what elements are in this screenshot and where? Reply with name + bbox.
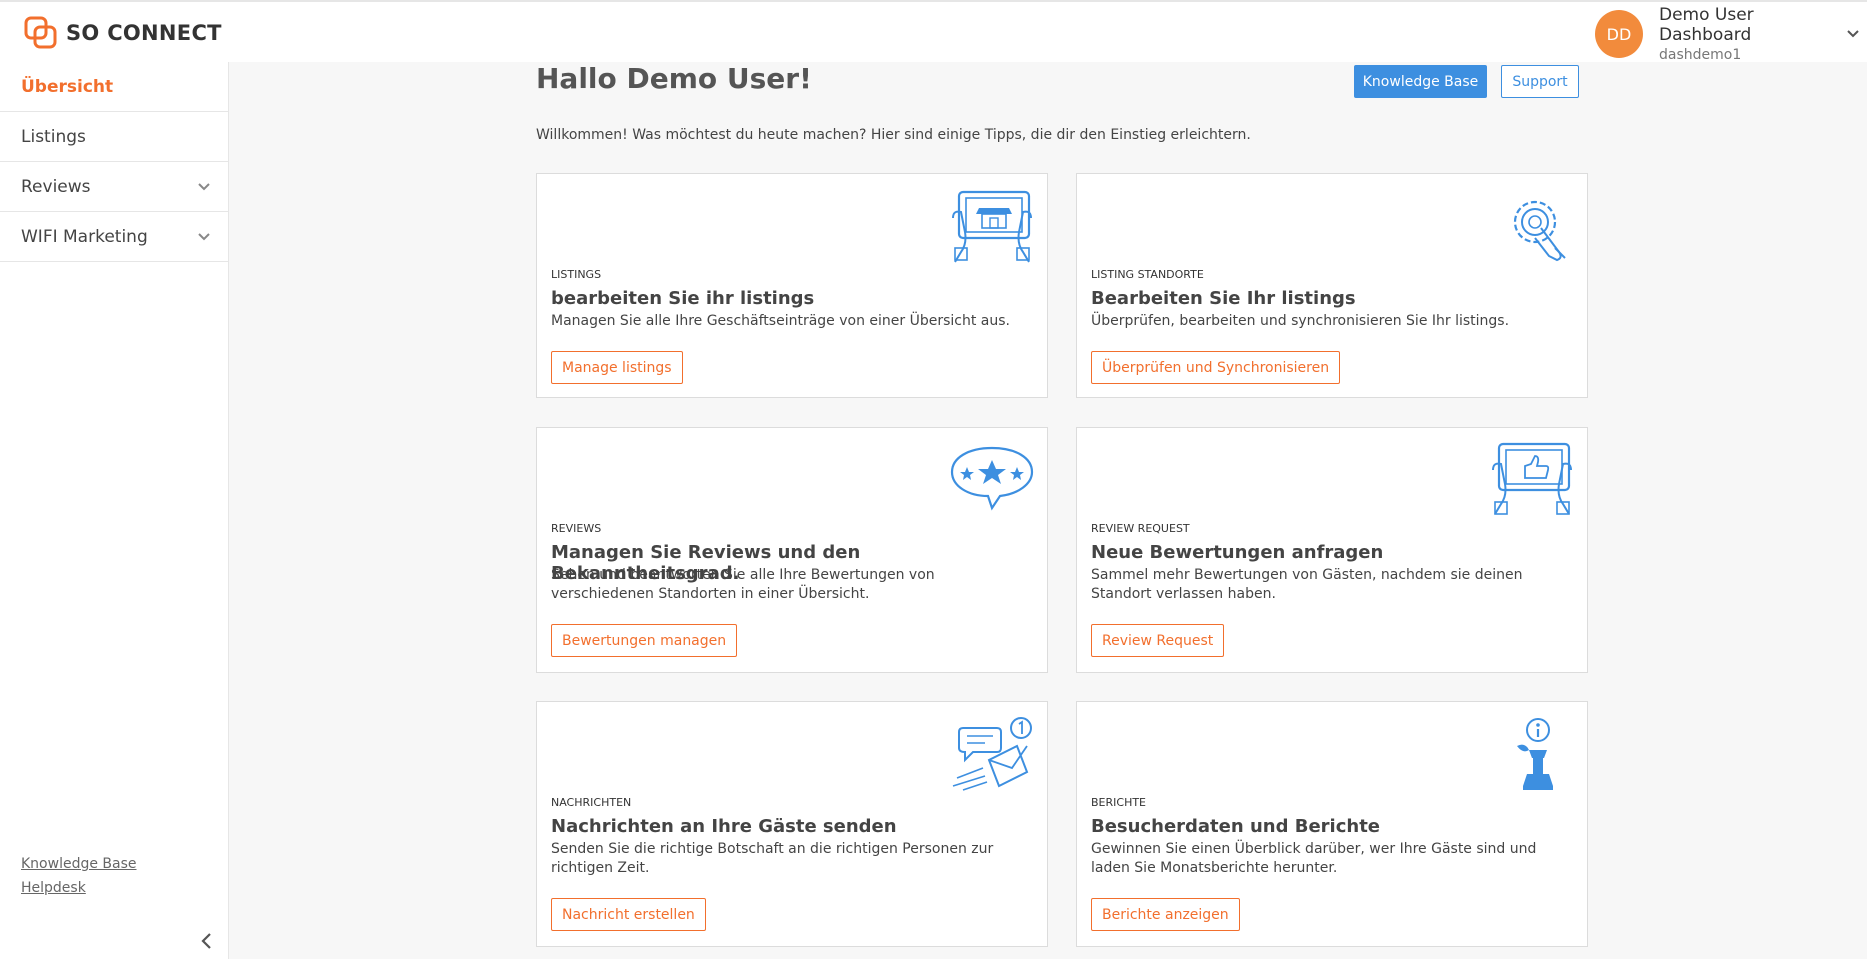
- so-connect-logo-icon: [24, 16, 57, 49]
- card-category: Reviews: [551, 522, 602, 535]
- card-description: Überprüfen, bearbeiten und synchronisier…: [1091, 313, 1510, 329]
- card-category: Listings: [551, 268, 602, 281]
- sidebar-item-label: Reviews: [21, 176, 91, 197]
- card-title: Besucherdaten und Berichte: [1091, 816, 1381, 837]
- sidebar-footer-links: Knowledge Base Helpdesk: [21, 852, 137, 900]
- card-title: Nachrichten an Ihre Gäste senden: [551, 816, 897, 837]
- card-listings: Listings bearbeiten Sie ihr listings Man…: [536, 173, 1048, 398]
- knowledge-base-button[interactable]: Knowledge Base: [1354, 65, 1487, 98]
- gear-hand-icon: [1513, 200, 1566, 262]
- tablet-store-icon: [952, 190, 1032, 263]
- card-title: bearbeiten Sie ihr listings: [551, 288, 815, 309]
- manage-listings-button[interactable]: Manage listings: [551, 351, 683, 384]
- card-category: Review Request: [1091, 522, 1190, 535]
- card-description: Senden Sie die richtige Botschaft an die…: [551, 841, 994, 876]
- sidebar-item-reviews[interactable]: Reviews: [0, 162, 228, 212]
- card-category: Nachrichten: [551, 796, 632, 809]
- user-menu[interactable]: DD Demo User Dashboard dashdemo1: [1595, 5, 1867, 63]
- page-title: Hallo Demo User!: [536, 62, 812, 95]
- top-bar: SO CONNECT DD Demo User Dashboard dashde…: [0, 0, 1867, 63]
- brand-name: SO CONNECT: [66, 21, 222, 45]
- card-berichte: Berichte Besucherdaten und Berichte Gewi…: [1076, 701, 1588, 947]
- card-category: Listing Standorte: [1091, 268, 1204, 281]
- envelope-message-icon: [952, 717, 1032, 791]
- sidebar-item-label: WIFI Marketing: [21, 226, 148, 247]
- sidebar-item-label: Übersicht: [21, 76, 114, 97]
- review-request-button[interactable]: Review Request: [1091, 624, 1225, 657]
- user-menu-toggle[interactable]: [1839, 27, 1867, 41]
- sidebar-item-wifi-marketing[interactable]: WIFI Marketing: [0, 212, 228, 262]
- welcome-text: Willkommen! Was möchtest du heute machen…: [536, 127, 1251, 143]
- sidebar-item-listings[interactable]: Listings: [0, 112, 228, 162]
- card-description: Managen Sie alle Ihre Geschäftseinträge …: [551, 313, 1010, 329]
- avatar[interactable]: DD: [1595, 10, 1643, 58]
- user-username: dashdemo1: [1659, 47, 1742, 63]
- pruefen-synchronisieren-button[interactable]: Überprüfen und Synchronisieren: [1091, 351, 1341, 384]
- berichte-anzeigen-button[interactable]: Berichte anzeigen: [1091, 898, 1240, 931]
- knowledge-base-link[interactable]: Knowledge Base: [21, 852, 137, 876]
- card-title: Bearbeiten Sie Ihr listings: [1091, 288, 1356, 309]
- sidebar-item-uebersicht[interactable]: Übersicht: [0, 62, 228, 112]
- user-name: Demo User Dashboard: [1659, 5, 1754, 45]
- card-category: Berichte: [1091, 796, 1147, 809]
- card-description: Sammel mehr Bewertungen von Gästen, nach…: [1091, 567, 1523, 602]
- support-button[interactable]: Support: [1501, 65, 1579, 98]
- card-description: Gewinnen Sie einen Überblick darüber, we…: [1091, 841, 1537, 876]
- nachricht-erstellen-button[interactable]: Nachricht erstellen: [551, 898, 706, 931]
- sidebar: Übersicht Listings Reviews WIFI Marketin…: [0, 62, 229, 959]
- sidebar-item-label: Listings: [21, 126, 86, 147]
- bewertungen-managen-button[interactable]: Bewertungen managen: [551, 624, 738, 657]
- chevron-down-icon: [198, 182, 210, 190]
- card-nachrichten: Nachrichten Nachrichten an Ihre Gäste se…: [536, 701, 1048, 947]
- card-description: Sehen und beantworten Sie alle Ihre Bewe…: [551, 567, 935, 602]
- card-reviews: Reviews Managen Sie Reviews und den Beka…: [536, 427, 1048, 673]
- card-title: Neue Bewertungen anfragen: [1091, 542, 1384, 563]
- logo[interactable]: SO CONNECT: [24, 16, 222, 50]
- card-listing-standorte: Listing Standorte Bearbeiten Sie Ihr lis…: [1076, 173, 1588, 398]
- helpdesk-link[interactable]: Helpdesk: [21, 876, 137, 900]
- chess-info-icon: [1517, 718, 1553, 790]
- chevron-down-icon: [1847, 30, 1859, 38]
- chevron-left-icon[interactable]: [196, 930, 218, 952]
- chevron-down-icon: [198, 232, 210, 240]
- star-bubble-icon: [950, 446, 1034, 511]
- card-review-request: Review Request Neue Bewertungen anfragen…: [1076, 427, 1588, 673]
- tablet-thumbs-up-icon: [1492, 442, 1572, 515]
